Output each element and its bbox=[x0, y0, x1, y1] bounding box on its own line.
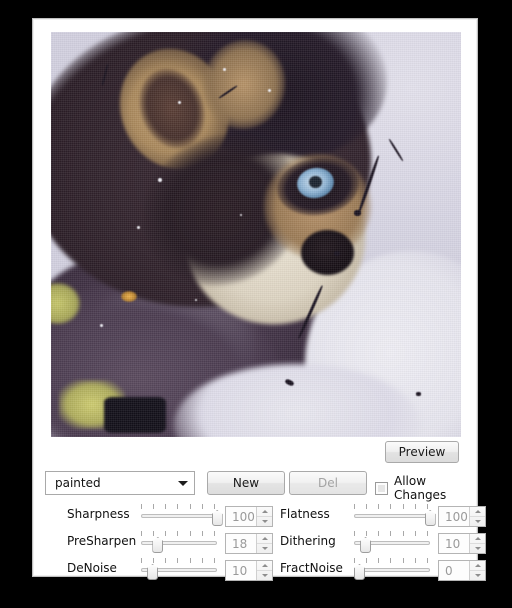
painterly-filter-dialog: Preview painted New Del Allow Changes Sh… bbox=[32, 18, 486, 581]
allow-changes-label: Allow Changes bbox=[394, 474, 447, 502]
spinbox-up-icon[interactable] bbox=[470, 507, 485, 517]
slider-spinbox[interactable]: 10 bbox=[438, 533, 486, 554]
slider-track bbox=[354, 514, 430, 518]
spinbox-down-icon[interactable] bbox=[470, 544, 485, 553]
slider-track-area[interactable] bbox=[354, 557, 430, 584]
slider-presharpen: PreSharpen 18 bbox=[45, 530, 273, 557]
slider-handle[interactable] bbox=[211, 510, 223, 526]
spinbox-buttons[interactable] bbox=[469, 561, 485, 580]
slider-row: DeNoise 10 FractNoise 0 bbox=[45, 557, 486, 584]
husky-painting bbox=[51, 32, 461, 437]
spinbox-up-icon[interactable] bbox=[470, 561, 485, 571]
slider-track-area[interactable] bbox=[354, 530, 430, 557]
slider-label: PreSharpen bbox=[67, 534, 137, 548]
slider-handle[interactable] bbox=[424, 510, 436, 526]
slider-label: Dithering bbox=[280, 534, 336, 548]
spinbox-value: 100 bbox=[232, 509, 255, 524]
spinbox-value: 18 bbox=[232, 536, 248, 551]
slider-dithering: Dithering 10 bbox=[258, 530, 486, 557]
slider-spinbox[interactable]: 100 bbox=[438, 506, 486, 527]
spinbox-value: 10 bbox=[445, 536, 461, 551]
slider-handle[interactable] bbox=[147, 564, 159, 580]
preset-selected-value: painted bbox=[55, 476, 101, 490]
spinbox-up-icon[interactable] bbox=[470, 534, 485, 544]
slider-row: Sharpness 100 Flatness 100 bbox=[45, 503, 486, 530]
slider-ticks bbox=[141, 504, 217, 509]
slider-ticks bbox=[141, 531, 217, 536]
screen: Preview painted New Del Allow Changes Sh… bbox=[0, 0, 512, 608]
slider-ticks bbox=[141, 558, 217, 563]
allow-changes-control[interactable]: Allow Changes bbox=[375, 474, 469, 502]
parameter-sliders: Sharpness 100 Flatness 100 PreSharpen 18… bbox=[45, 503, 486, 584]
delete-preset-button[interactable]: Del bbox=[289, 471, 367, 495]
slider-handle[interactable] bbox=[360, 537, 372, 553]
slider-ticks bbox=[354, 531, 430, 536]
slider-sharpness: Sharpness 100 bbox=[45, 503, 273, 530]
slider-track-area[interactable] bbox=[141, 557, 217, 584]
spinbox-down-icon[interactable] bbox=[470, 517, 485, 526]
spinbox-value: 0 bbox=[445, 563, 453, 578]
slider-track-area[interactable] bbox=[354, 503, 436, 530]
slider-ticks bbox=[354, 558, 430, 563]
preview-button[interactable]: Preview bbox=[385, 441, 459, 463]
preset-row: painted New Del Allow Changes bbox=[45, 471, 469, 502]
slider-track-area[interactable] bbox=[141, 503, 223, 530]
slider-denoise: DeNoise 10 bbox=[45, 557, 273, 584]
spinbox-buttons[interactable] bbox=[469, 534, 485, 553]
slider-label: FractNoise bbox=[280, 561, 343, 575]
allow-changes-checkbox[interactable] bbox=[375, 481, 388, 495]
slider-flatness: Flatness 100 bbox=[258, 503, 486, 530]
slider-track bbox=[354, 568, 430, 572]
spinbox-value: 100 bbox=[445, 509, 468, 524]
slider-handle[interactable] bbox=[354, 564, 365, 580]
slider-ticks bbox=[354, 504, 430, 509]
slider-handle[interactable] bbox=[152, 537, 164, 553]
slider-label: Sharpness bbox=[67, 507, 130, 521]
chevron-down-icon[interactable] bbox=[172, 472, 194, 494]
slider-track-area[interactable] bbox=[141, 530, 217, 557]
film-grain bbox=[51, 32, 461, 437]
spinbox-buttons[interactable] bbox=[469, 507, 485, 526]
slider-spinbox[interactable]: 0 bbox=[438, 560, 486, 581]
preset-combobox[interactable]: painted bbox=[45, 471, 195, 495]
spinbox-down-icon[interactable] bbox=[470, 571, 485, 580]
new-preset-button[interactable]: New bbox=[207, 471, 285, 495]
slider-fractnoise: FractNoise 0 bbox=[258, 557, 486, 584]
image-preview[interactable] bbox=[51, 32, 461, 437]
slider-label: Flatness bbox=[280, 507, 330, 521]
spinbox-value: 10 bbox=[232, 563, 248, 578]
slider-track bbox=[141, 514, 217, 518]
slider-label: DeNoise bbox=[67, 561, 117, 575]
slider-row: PreSharpen 18 Dithering 10 bbox=[45, 530, 486, 557]
